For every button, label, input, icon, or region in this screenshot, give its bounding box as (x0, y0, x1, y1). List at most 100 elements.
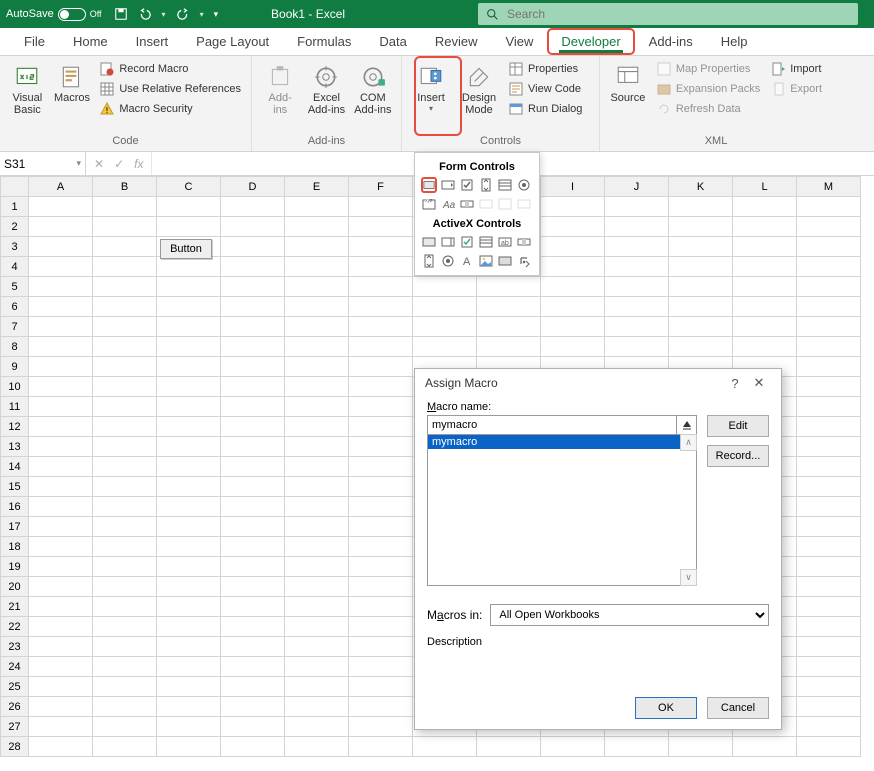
column-header[interactable]: L (733, 177, 797, 197)
cell[interactable] (285, 657, 349, 677)
cell[interactable] (93, 457, 157, 477)
cell[interactable] (93, 237, 157, 257)
column-header[interactable]: A (29, 177, 93, 197)
cell[interactable] (285, 237, 349, 257)
row-header[interactable]: 8 (1, 337, 29, 357)
cell[interactable] (285, 297, 349, 317)
cell[interactable] (157, 617, 221, 637)
cell[interactable] (349, 577, 413, 597)
ax-combobox-icon[interactable] (440, 234, 456, 250)
cell[interactable] (349, 197, 413, 217)
cell[interactable] (29, 737, 93, 757)
cell[interactable] (221, 337, 285, 357)
cell[interactable] (29, 517, 93, 537)
cell[interactable] (797, 597, 861, 617)
form-button-icon[interactable] (421, 177, 437, 193)
cell[interactable] (29, 717, 93, 737)
expansion-packs-button[interactable]: Expansion Packs (654, 80, 762, 98)
cell[interactable] (157, 497, 221, 517)
cell[interactable] (29, 317, 93, 337)
cell[interactable] (605, 277, 669, 297)
cell[interactable] (669, 337, 733, 357)
cell[interactable] (733, 337, 797, 357)
cell[interactable] (797, 417, 861, 437)
column-header[interactable]: K (669, 177, 733, 197)
help-icon[interactable]: ? (723, 376, 747, 391)
tab-data[interactable]: Data (365, 28, 420, 55)
cell[interactable] (221, 277, 285, 297)
cell[interactable] (157, 577, 221, 597)
cell[interactable] (29, 617, 93, 637)
cell[interactable] (605, 217, 669, 237)
cell[interactable] (157, 517, 221, 537)
cell[interactable] (221, 677, 285, 697)
ax-textbox-icon[interactable]: ab (497, 234, 513, 250)
cell[interactable] (349, 477, 413, 497)
cell[interactable] (93, 717, 157, 737)
ax-commandbutton-icon[interactable] (421, 234, 437, 250)
cell[interactable] (797, 257, 861, 277)
cell[interactable] (349, 717, 413, 737)
insert-controls-button[interactable]: Insert ▾ (410, 60, 452, 135)
tab-add-ins[interactable]: Add-ins (635, 28, 707, 55)
cell[interactable] (29, 337, 93, 357)
cell[interactable] (285, 277, 349, 297)
cell[interactable] (797, 537, 861, 557)
cell[interactable] (93, 557, 157, 577)
cell[interactable] (285, 217, 349, 237)
row-header[interactable]: 16 (1, 497, 29, 517)
cell[interactable] (797, 377, 861, 397)
cancel-button[interactable]: Cancel (707, 697, 769, 719)
cell[interactable] (797, 637, 861, 657)
cell[interactable] (285, 317, 349, 337)
cell[interactable] (29, 597, 93, 617)
column-header[interactable]: E (285, 177, 349, 197)
cell[interactable] (349, 657, 413, 677)
cell[interactable] (349, 357, 413, 377)
row-header[interactable]: 18 (1, 537, 29, 557)
cell[interactable] (285, 377, 349, 397)
cell[interactable] (285, 717, 349, 737)
cell[interactable] (797, 297, 861, 317)
ax-checkbox-icon[interactable] (459, 234, 475, 250)
cell[interactable] (733, 317, 797, 337)
cell[interactable] (669, 737, 733, 757)
cell[interactable] (93, 397, 157, 417)
cell[interactable] (93, 697, 157, 717)
form-listbox-icon[interactable] (497, 177, 513, 193)
column-header[interactable]: F (349, 177, 413, 197)
row-header[interactable]: 2 (1, 217, 29, 237)
cancel-icon[interactable]: ✕ (94, 157, 104, 171)
import-button[interactable]: Import (768, 60, 824, 78)
form-combo-list-icon[interactable] (497, 196, 513, 212)
cell[interactable] (285, 537, 349, 557)
cell[interactable] (157, 457, 221, 477)
cell[interactable] (221, 637, 285, 657)
cell[interactable] (797, 577, 861, 597)
cell[interactable] (349, 257, 413, 277)
macros-button[interactable]: Macros (53, 60, 92, 135)
cell[interactable] (221, 557, 285, 577)
cell[interactable] (733, 277, 797, 297)
cell[interactable] (157, 337, 221, 357)
cell[interactable] (669, 217, 733, 237)
cell[interactable] (797, 217, 861, 237)
cell[interactable] (797, 277, 861, 297)
cell[interactable] (29, 217, 93, 237)
cell[interactable] (733, 197, 797, 217)
cell[interactable] (221, 297, 285, 317)
record-button[interactable]: Record... (707, 445, 769, 467)
cell[interactable] (285, 357, 349, 377)
cell[interactable] (541, 277, 605, 297)
cell[interactable] (221, 457, 285, 477)
enter-icon[interactable]: ✓ (114, 157, 124, 171)
cell[interactable] (797, 237, 861, 257)
cell[interactable] (221, 717, 285, 737)
cell[interactable] (93, 677, 157, 697)
cell[interactable] (797, 517, 861, 537)
cell[interactable] (29, 457, 93, 477)
cell[interactable] (285, 737, 349, 757)
cell[interactable] (669, 277, 733, 297)
cell[interactable] (349, 677, 413, 697)
cell[interactable] (797, 437, 861, 457)
